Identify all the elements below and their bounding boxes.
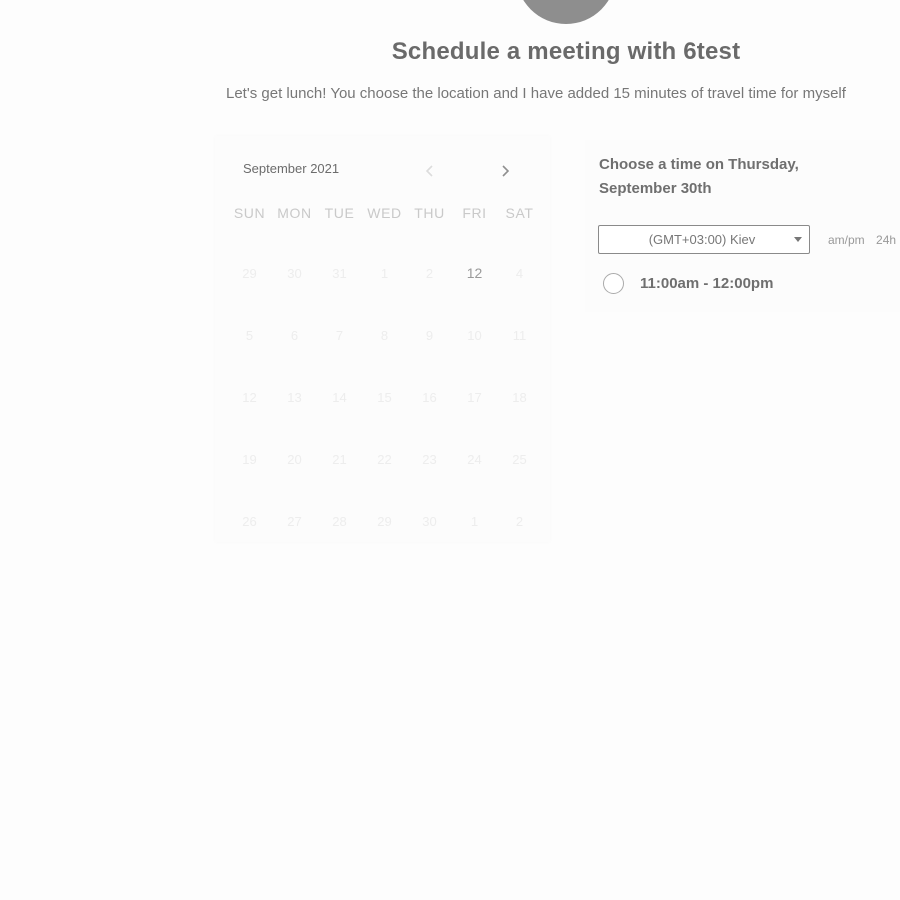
calendar-day: 12 (242, 389, 257, 405)
caret-down-icon (787, 237, 809, 242)
calendar-day: 15 (377, 389, 392, 405)
calendar-day: 29 (242, 265, 257, 281)
calendar-day: 20 (287, 451, 302, 467)
format-24h-option[interactable]: 24h (876, 233, 896, 247)
calendar-day: 31 (332, 265, 347, 281)
page-title: Schedule a meeting with 6test (391, 38, 741, 65)
calendar-day: 11 (512, 327, 527, 343)
calendar-day: 9 (425, 327, 434, 343)
weekday-tue: TUE (324, 205, 355, 221)
calendar-month-label: September 2021 (243, 161, 340, 176)
calendar-day: 28 (332, 513, 347, 529)
calendar-day: 4 (515, 265, 524, 281)
time-slot-label: 11:00am - 12:00pm (640, 275, 774, 292)
calendar-day: 27 (287, 513, 302, 529)
next-month-button[interactable] (493, 159, 517, 183)
time-format-toggle: am/pm 24h (828, 233, 900, 247)
calendar-day: 10 (467, 327, 482, 343)
calendar-day: 8 (380, 327, 389, 343)
calendar-day: 7 (335, 327, 344, 343)
calendar-day: 22 (377, 451, 392, 467)
calendar-day: 6 (290, 327, 299, 343)
chevron-left-icon (425, 165, 433, 177)
weekday-sun: SUN (233, 205, 266, 221)
calendar-day: 29 (377, 513, 392, 529)
calendar-day: 13 (287, 389, 302, 405)
time-panel-heading: Choose a time on Thursday, September 30t… (599, 156, 799, 197)
chevron-right-icon (502, 165, 510, 177)
calendar-day: 30 (422, 513, 437, 529)
avatar (516, 0, 616, 24)
calendar-day-available[interactable]: 12 (452, 242, 497, 304)
calendar-day: 5 (245, 327, 254, 343)
calendar-day: 1 (380, 265, 389, 281)
weekday-mon: MON (277, 205, 312, 221)
time-slot-radio[interactable] (603, 273, 624, 294)
calendar-day: 25 (512, 451, 527, 467)
calendar-day: 16 (422, 389, 437, 405)
previous-month-button[interactable] (418, 159, 442, 183)
calendar-day: 14 (332, 389, 347, 405)
calendar-day: 18 (512, 389, 527, 405)
calendar-day: 26 (242, 513, 257, 529)
timezone-select[interactable]: (GMT+03:00) Kiev (598, 225, 810, 254)
calendar: September 2021 SUN MON TUE WED THU FRI S… (215, 136, 550, 542)
weekday-thu: THU (414, 205, 445, 221)
time-selection-panel: Choose a time on Thursday, September 30t… (585, 140, 900, 312)
calendar-day: 21 (332, 451, 347, 467)
calendar-day: 23 (422, 451, 437, 467)
weekday-sat: SAT (505, 205, 534, 221)
calendar-day: 1 (470, 513, 479, 529)
timezone-value: (GMT+03:00) Kiev (648, 232, 756, 247)
format-ampm-option[interactable]: am/pm (828, 233, 865, 247)
weekday-fri: FRI (462, 205, 487, 221)
page-description: Let's get lunch! You choose the location… (226, 85, 846, 102)
calendar-days-grid: 29 30 31 1 2 12 4 5 6 7 8 9 10 11 12 13 14 15 16 17 18 19 20 21… (227, 242, 542, 552)
calendar-day: 2 (425, 265, 434, 281)
weekday-header-row: SUN MON TUE WED THU FRI SAT (227, 205, 542, 221)
calendar-day: 19 (242, 451, 257, 467)
calendar-day: 2 (515, 513, 524, 529)
weekday-wed: WED (367, 205, 402, 221)
calendar-day: 30 (287, 265, 302, 281)
calendar-day: 17 (467, 389, 482, 405)
calendar-day: 24 (467, 451, 482, 467)
time-slot[interactable]: 11:00am - 12:00pm (603, 273, 773, 294)
